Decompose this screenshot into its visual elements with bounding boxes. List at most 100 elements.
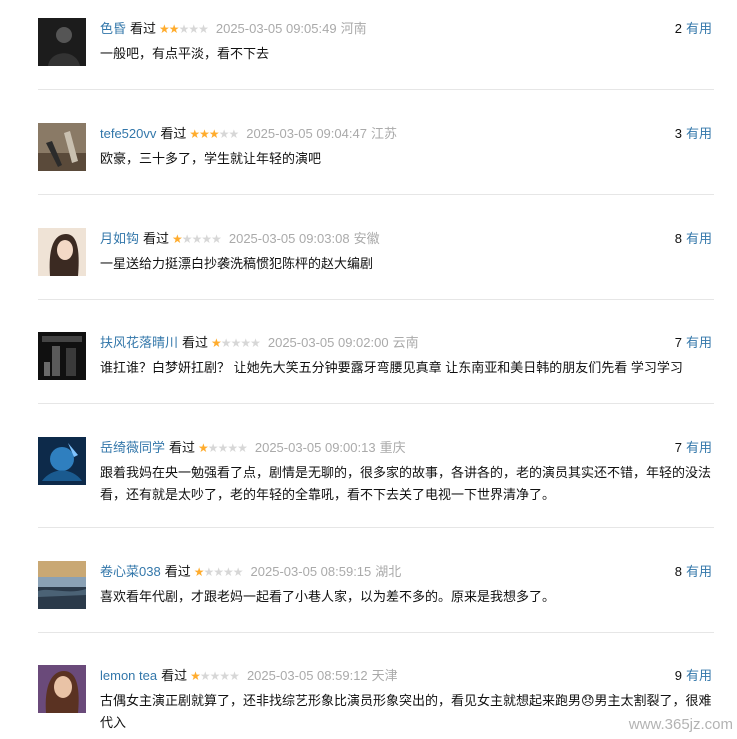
vote-area: 7 有用 <box>675 334 712 352</box>
comment-location: 重庆 <box>379 440 406 455</box>
avatar[interactable] <box>38 561 86 609</box>
avatar[interactable] <box>38 228 86 276</box>
comment-meta: lemon tea 看过 ★★★★★ 2025-03-05 08:59:12 天津 <box>100 667 398 685</box>
star-empty-icon: ★ <box>203 565 214 579</box>
comment-text: 欧豪，三十多了，学生就让年轻的演吧 <box>100 151 322 166</box>
divider <box>38 299 714 300</box>
comment-meta: 扶风花落晴川 看过 ★★★★★ 2025-03-05 09:02:00 云南 <box>100 334 419 352</box>
star-empty-icon: ★ <box>199 669 211 683</box>
comment-meta: 月如钩 看过 ★★★★★ 2025-03-05 09:03:08 安徽 <box>100 230 380 248</box>
star-empty-icon: ★ <box>237 441 248 455</box>
watch-status: 看过 <box>143 231 170 246</box>
comment-time: 2025-03-05 09:05:49 <box>215 21 337 36</box>
comment-time: 2025-03-05 09:00:13 <box>254 440 376 455</box>
vote-area: 3 有用 <box>675 125 712 143</box>
rating-stars: ★★★★★ <box>198 439 248 457</box>
star-filled-icon: ★ <box>172 232 183 246</box>
star-empty-icon: ★ <box>250 336 261 350</box>
star-empty-icon: ★ <box>207 441 219 455</box>
comment-location: 安徽 <box>353 231 380 246</box>
avatar[interactable] <box>38 665 86 713</box>
star-empty-icon: ★ <box>181 232 193 246</box>
useful-button[interactable]: 有用 <box>686 126 712 141</box>
star-filled-icon: ★ <box>199 127 210 141</box>
username-link[interactable]: 色昏 <box>100 21 126 36</box>
rating-stars: ★★★★★ <box>172 230 222 248</box>
star-empty-icon: ★ <box>178 22 190 36</box>
username-link[interactable]: lemon tea <box>100 668 157 683</box>
star-empty-icon: ★ <box>191 232 203 246</box>
vote-count: 9 <box>674 668 682 683</box>
useful-button[interactable]: 有用 <box>686 335 712 350</box>
divider <box>38 632 714 633</box>
divider <box>38 403 714 404</box>
star-empty-icon: ★ <box>209 669 221 683</box>
star-empty-icon: ★ <box>227 441 238 455</box>
useful-button[interactable]: 有用 <box>686 564 712 579</box>
comment-time: 2025-03-05 08:59:15 <box>250 564 372 579</box>
star-empty-icon: ★ <box>217 441 229 455</box>
comment-meta: 色昏 看过 ★★★★★ 2025-03-05 09:05:49 河南 <box>100 20 367 38</box>
divider <box>38 194 714 195</box>
username-link[interactable]: tefe520vv <box>100 126 156 141</box>
star-empty-icon: ★ <box>218 127 230 141</box>
star-filled-icon: ★ <box>211 336 222 350</box>
comment-location: 天津 <box>371 668 398 683</box>
star-filled-icon: ★ <box>190 669 201 683</box>
watch-status: 看过 <box>161 668 188 683</box>
comment-text: 古偶女主演正剧就算了，还非找综艺形象比演员形象突出的，看见女主就想起来跑男😞男主… <box>100 693 712 730</box>
comment-text: 喜欢看年代剧，才跟老妈一起看了小巷人家，以为差不多的。原来是我想多了。 <box>100 589 556 604</box>
star-empty-icon: ★ <box>198 22 209 36</box>
comment-time: 2025-03-05 09:02:00 <box>267 335 389 350</box>
watch-status: 看过 <box>182 335 209 350</box>
vote-count: 7 <box>674 335 682 350</box>
avatar[interactable] <box>38 123 86 171</box>
star-empty-icon: ★ <box>219 669 230 683</box>
star-filled-icon: ★ <box>159 22 170 36</box>
username-link[interactable]: 卷心菜038 <box>100 564 161 579</box>
star-filled-icon: ★ <box>189 127 200 141</box>
vote-area: 2 有用 <box>675 20 712 38</box>
star-filled-icon: ★ <box>168 22 180 36</box>
divider <box>38 89 714 90</box>
comment-meta: tefe520vv 看过 ★★★★★ 2025-03-05 09:04:47 江苏 <box>100 125 397 143</box>
comment-meta: 岳绮薇同学 看过 ★★★★★ 2025-03-05 09:00:13 重庆 <box>100 439 406 457</box>
star-empty-icon: ★ <box>240 336 251 350</box>
comment-text: 跟着我妈在央一勉强看了点，剧情是无聊的，很多家的故事，各讲各的，老的演员其实还不… <box>100 465 712 502</box>
username-link[interactable]: 岳绮薇同学 <box>100 440 165 455</box>
rating-stars: ★★★★★ <box>159 20 209 38</box>
star-empty-icon: ★ <box>228 127 239 141</box>
vote-count: 8 <box>674 231 682 246</box>
vote-count: 8 <box>674 564 682 579</box>
comment-text: 谁扛谁？白梦妍扛剧？ 让她先大笑五分钟要露牙弯腰见真章 让东南亚和美日韩的朋友们… <box>100 360 683 375</box>
vote-area: 9 有用 <box>675 667 712 685</box>
username-link[interactable]: 扶风花落晴川 <box>100 335 178 350</box>
watch-status: 看过 <box>169 440 196 455</box>
comment-time: 2025-03-05 09:04:47 <box>246 126 367 141</box>
comment-location: 河南 <box>340 21 367 36</box>
useful-button[interactable]: 有用 <box>686 21 712 36</box>
useful-button[interactable]: 有用 <box>686 231 712 246</box>
avatar[interactable] <box>38 437 86 485</box>
comment-meta: 卷心菜038 看过 ★★★★★ 2025-03-05 08:59:15 湖北 <box>100 563 401 581</box>
divider <box>38 527 714 528</box>
comment-time: 2025-03-05 08:59:12 <box>246 668 368 683</box>
vote-count: 7 <box>674 440 682 455</box>
star-empty-icon: ★ <box>229 669 240 683</box>
useful-button[interactable]: 有用 <box>686 668 712 683</box>
star-filled-icon: ★ <box>198 441 209 455</box>
rating-stars: ★★★★★ <box>190 667 240 685</box>
vote-count: 3 <box>674 126 682 141</box>
vote-area: 7 有用 <box>675 439 712 457</box>
star-empty-icon: ★ <box>211 232 222 246</box>
username-link[interactable]: 月如钩 <box>100 231 139 246</box>
comment-location: 江苏 <box>370 126 397 141</box>
star-empty-icon: ★ <box>201 232 212 246</box>
star-empty-icon: ★ <box>232 565 244 579</box>
watch-status: 看过 <box>164 564 191 579</box>
avatar[interactable] <box>38 18 86 66</box>
avatar[interactable] <box>38 332 86 380</box>
useful-button[interactable]: 有用 <box>686 440 712 455</box>
star-empty-icon: ★ <box>213 565 224 579</box>
watch-status: 看过 <box>160 126 187 141</box>
